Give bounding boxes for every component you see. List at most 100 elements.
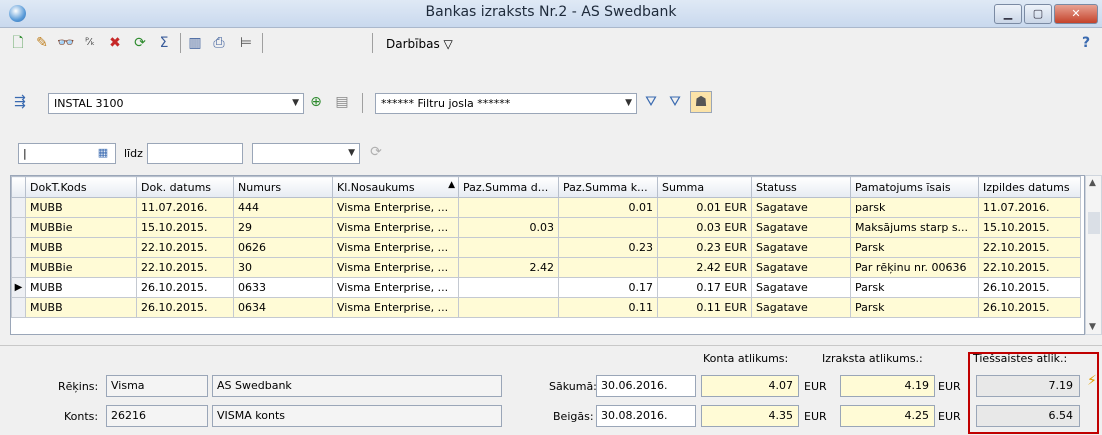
cell-client-name[interactable]: Visma Enterprise, ...	[332, 197, 459, 218]
cell-number[interactable]: 29	[233, 217, 333, 238]
add-account-icon[interactable]: ⊕	[306, 92, 326, 112]
import-icon[interactable]: ⇶	[10, 92, 30, 112]
cell-debit[interactable]: 2.42	[458, 257, 559, 278]
cell-doc-date[interactable]: 11.07.2016.	[136, 197, 234, 218]
cell-status[interactable]: Sagatave	[751, 297, 851, 318]
table-row-selected[interactable]: ▶ MUBB 26.10.2015. 0633 Visma Enterprise…	[11, 277, 1081, 298]
cell-status[interactable]: Sagatave	[751, 217, 851, 238]
edit-icon[interactable]: ✎	[32, 33, 52, 53]
cell-doc-code[interactable]: MUBBie	[25, 257, 137, 278]
cell-reason[interactable]: Parsk	[850, 237, 979, 258]
table-row[interactable]: MUBBie 15.10.2015. 29 Visma Enterprise, …	[11, 217, 1081, 238]
filter-edit-icon[interactable]: ⛛	[665, 92, 685, 112]
print-icon[interactable]: ⎙	[209, 33, 229, 53]
table-row[interactable]: MUBBie 22.10.2015. 30 Visma Enterprise, …	[11, 257, 1081, 278]
scroll-thumb[interactable]	[1088, 212, 1100, 234]
cell-status[interactable]: Sagatave	[751, 237, 851, 258]
cell-reason[interactable]: Parsk	[850, 297, 979, 318]
column-header[interactable]: Paz.Summa k...	[558, 176, 658, 198]
cell-doc-code[interactable]: MUBBie	[25, 217, 137, 238]
cell-amount[interactable]: 0.11 EUR	[657, 297, 752, 318]
column-header[interactable]: Numurs	[233, 176, 333, 198]
delete-icon[interactable]: ✖	[105, 33, 125, 53]
lightning-icon[interactable]: ⚡	[1087, 373, 1097, 389]
cell-credit[interactable]: 0.01	[558, 197, 658, 218]
actions-menu[interactable]: Darbības ▽	[386, 37, 453, 51]
column-header[interactable]: DokT.Kods	[25, 176, 137, 198]
cell-reason[interactable]: Maksājums starp s...	[850, 217, 979, 238]
cell-doc-date[interactable]: 26.10.2015.	[136, 277, 234, 298]
cell-amount[interactable]: 0.03 EUR	[657, 217, 752, 238]
cell-credit[interactable]: 0.17	[558, 277, 658, 298]
cell-doc-date[interactable]: 22.10.2015.	[136, 257, 234, 278]
cell-doc-code[interactable]: MUBB	[25, 197, 137, 218]
column-header[interactable]: Summa	[657, 176, 752, 198]
cell-doc-date[interactable]: 26.10.2015.	[136, 297, 234, 318]
grid-scrollbar[interactable]: ▲ ▼	[1085, 175, 1102, 335]
cell-credit[interactable]	[558, 257, 658, 278]
filter-icon[interactable]: ⛛	[641, 92, 661, 112]
sum-icon[interactable]: Σ	[154, 33, 174, 53]
user-filter-icon[interactable]: ☗	[690, 91, 712, 113]
cell-doc-code[interactable]: MUBB	[25, 297, 137, 318]
cell-number[interactable]: 0626	[233, 237, 333, 258]
cell-amount[interactable]: 0.17 EUR	[657, 277, 752, 298]
close-button[interactable]: ✕	[1054, 4, 1098, 24]
cell-amount[interactable]: 2.42 EUR	[657, 257, 752, 278]
cell-amount[interactable]: 0.01 EUR	[657, 197, 752, 218]
column-header[interactable]: Pamatojums īsais	[850, 176, 979, 198]
cell-exec-date[interactable]: 15.10.2015.	[978, 217, 1081, 238]
cell-exec-date[interactable]: 26.10.2015.	[978, 297, 1081, 318]
cell-number[interactable]: 0634	[233, 297, 333, 318]
cell-reason[interactable]: Par rēķinu nr. 00636	[850, 257, 979, 278]
cell-exec-date[interactable]: 11.07.2016.	[978, 197, 1081, 218]
cell-debit[interactable]	[458, 297, 559, 318]
cell-client-name[interactable]: Visma Enterprise, ...	[332, 237, 459, 258]
help-icon[interactable]: ?	[1082, 35, 1090, 51]
posting-icon[interactable]: ᴾ⁄ₖ	[80, 33, 100, 53]
cell-credit[interactable]: 0.11	[558, 297, 658, 318]
refresh-icon[interactable]: ⟳	[130, 33, 150, 53]
columns-icon[interactable]: ▥	[185, 33, 205, 53]
documents-grid[interactable]: DokT.Kods Dok. datums Numurs Kl.Nosaukum…	[10, 175, 1085, 335]
cell-number[interactable]: 444	[233, 197, 333, 218]
new-document-icon[interactable]: 🗋	[8, 33, 28, 53]
scroll-up-icon[interactable]: ▲	[1089, 178, 1096, 188]
minimize-button[interactable]: ▁	[994, 4, 1022, 24]
filter-select[interactable]: ▼	[252, 143, 360, 164]
tree-icon[interactable]: ⊨	[236, 33, 256, 53]
cell-debit[interactable]: 0.03	[458, 217, 559, 238]
view-icon[interactable]: 👓	[56, 33, 76, 53]
cell-reason[interactable]: Parsk	[850, 277, 979, 298]
cell-credit[interactable]: 0.23	[558, 237, 658, 258]
cell-amount[interactable]: 0.23 EUR	[657, 237, 752, 258]
table-row[interactable]: MUBB 22.10.2015. 0626 Visma Enterprise, …	[11, 237, 1081, 258]
cell-client-name[interactable]: Visma Enterprise, ...	[332, 277, 459, 298]
cell-reason[interactable]: parsk	[850, 197, 979, 218]
cell-number[interactable]: 30	[233, 257, 333, 278]
cell-doc-date[interactable]: 22.10.2015.	[136, 237, 234, 258]
column-header[interactable]: Kl.Nosaukums ▲	[332, 176, 459, 198]
list-icon[interactable]: ▤	[332, 92, 352, 112]
cell-number[interactable]: 0633	[233, 277, 333, 298]
column-header[interactable]: Statuss	[751, 176, 851, 198]
scroll-down-icon[interactable]: ▼	[1089, 322, 1096, 332]
column-header[interactable]: Paz.Summa d...	[458, 176, 559, 198]
table-row[interactable]: MUBB 26.10.2015. 0634 Visma Enterprise, …	[11, 297, 1081, 318]
column-header[interactable]: Izpildes datums	[978, 176, 1081, 198]
cell-exec-date[interactable]: 22.10.2015.	[978, 237, 1081, 258]
cell-exec-date[interactable]: 22.10.2015.	[978, 257, 1081, 278]
account-select[interactable]: INSTAL 3100 ▼	[48, 93, 304, 114]
calendar-icon[interactable]: ▦	[92, 143, 114, 162]
cell-debit[interactable]	[458, 277, 559, 298]
cell-credit[interactable]	[558, 217, 658, 238]
cell-debit[interactable]	[458, 197, 559, 218]
cell-doc-code[interactable]: MUBB	[25, 277, 137, 298]
cell-status[interactable]: Sagatave	[751, 257, 851, 278]
cell-client-name[interactable]: Visma Enterprise, ...	[332, 217, 459, 238]
maximize-button[interactable]: ▢	[1024, 4, 1052, 24]
cell-client-name[interactable]: Visma Enterprise, ...	[332, 297, 459, 318]
table-row[interactable]: MUBB 11.07.2016. 444 Visma Enterprise, .…	[11, 197, 1081, 218]
date-to-field[interactable]	[147, 143, 243, 164]
column-header[interactable]: Dok. datums	[136, 176, 234, 198]
